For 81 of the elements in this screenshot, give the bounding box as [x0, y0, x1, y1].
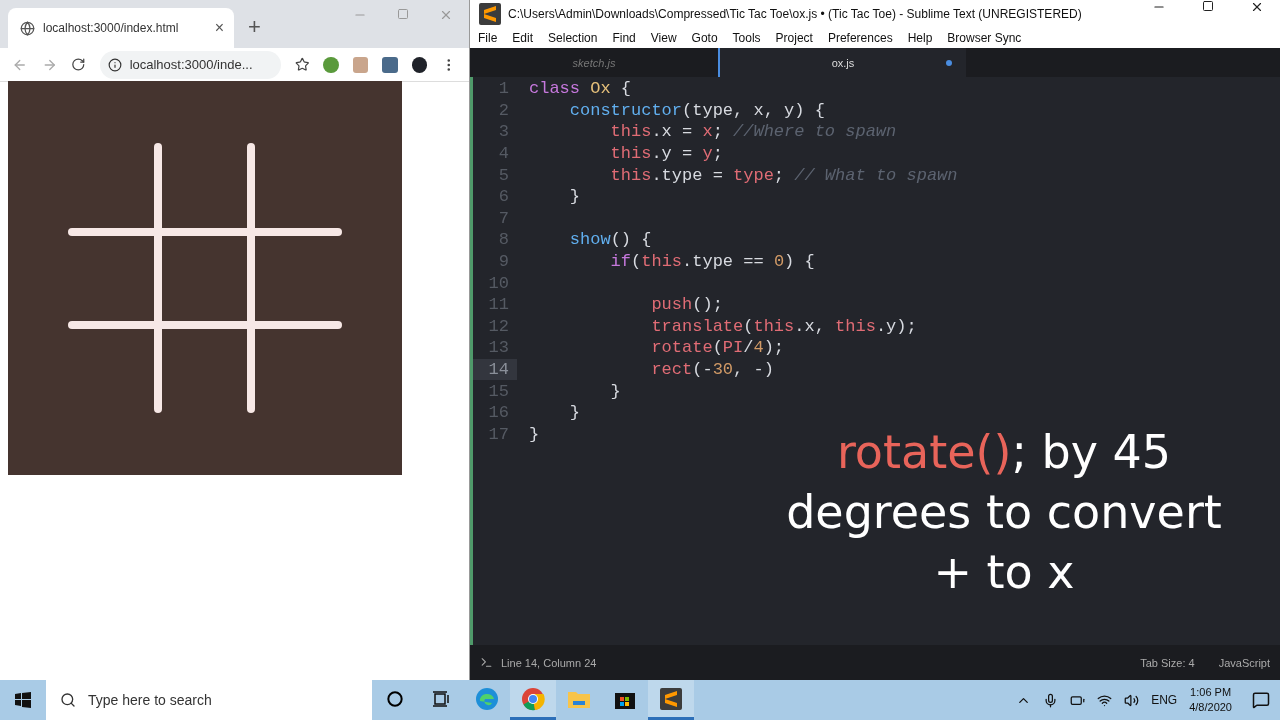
menu-item[interactable]: Goto [691, 31, 718, 45]
line-number: 8 [497, 229, 510, 251]
line-number: 16 [487, 402, 510, 424]
code-line: } [568, 403, 580, 423]
line-number: 10 [487, 272, 510, 294]
reload-icon[interactable] [71, 57, 86, 72]
code-line: if(this.type == 0) { [609, 252, 815, 272]
sublime-icon [478, 2, 502, 26]
window-title: C:\Users\Admin\Downloads\Compressed\Tic Tac Toe\ox.js • (Tic Tac Toe) - Sublime Text (UNREGISTERED) [508, 7, 1082, 21]
code-line: rect(-30, -) [650, 360, 774, 379]
sublime-icon [659, 686, 683, 711]
syntax-label[interactable]: JavaScript [1218, 656, 1270, 669]
menu-item[interactable]: Edit [512, 31, 534, 45]
menu-item[interactable]: Tools [732, 31, 761, 45]
search-placeholder: Type here to search [88, 692, 212, 708]
console-icon[interactable] [480, 656, 493, 669]
code-line: this.y = y; [609, 144, 723, 164]
address-bar[interactable]: localhost:3000/inde... [99, 50, 281, 79]
code-line: } [528, 424, 540, 444]
line-number: 4 [497, 143, 510, 165]
new-tab-button[interactable]: + [248, 14, 261, 40]
code-line: class Ox { [528, 79, 632, 99]
menu-item[interactable]: Selection [548, 31, 598, 45]
line-number: 3 [497, 121, 510, 143]
code-line: constructor(type, x, y) { [568, 100, 825, 120]
line-number: 9 [497, 251, 510, 273]
address-text: localhost:3000/inde... [129, 57, 253, 72]
code-line: this.type = type; // What to spawn [609, 165, 958, 185]
code-line: rotate(PI/4); [650, 338, 785, 358]
code-line: this.x = x; //Where to spawn [609, 122, 897, 142]
code-line: } [609, 381, 621, 401]
chrome-icon [521, 686, 545, 711]
cortana-icon[interactable] [387, 690, 403, 707]
edge-icon [475, 686, 499, 711]
notifications-icon[interactable] [1252, 691, 1270, 709]
cursor-position: Line 14, Column 24 [501, 656, 597, 669]
line-number: 1 [497, 78, 510, 100]
menu-item[interactable]: Preferences [827, 31, 893, 45]
volume-icon[interactable] [1124, 692, 1140, 708]
menu-item[interactable]: Help [907, 31, 933, 45]
search-icon [60, 692, 76, 708]
globe-icon [20, 20, 35, 36]
info-icon [107, 57, 122, 72]
menu-item[interactable]: View [650, 31, 677, 45]
code-line: translate(this.x, this.y); [650, 316, 917, 336]
menu-item[interactable]: Project [775, 31, 813, 45]
wifi-icon[interactable] [1097, 692, 1113, 708]
line-number: 15 [487, 380, 510, 402]
line-number: 2 [497, 99, 510, 122]
line-number: 14 [473, 358, 517, 381]
clock[interactable]: 1:06 PM 4/8/2020 [1189, 685, 1232, 715]
browser-tab[interactable]: localhost:3000/index.html × [8, 8, 234, 48]
line-number: 5 [497, 164, 510, 186]
microphone-icon[interactable] [1043, 692, 1059, 708]
menu-item[interactable]: Find [612, 31, 636, 45]
maximize-icon[interactable] [1202, 0, 1214, 12]
extension-icon[interactable] [323, 56, 339, 73]
star-icon[interactable] [294, 57, 310, 72]
menu-item[interactable]: Browser Sync [947, 31, 1022, 45]
windows-icon[interactable] [15, 692, 31, 708]
line-number: 13 [487, 337, 510, 359]
taskbar-app[interactable] [648, 680, 694, 720]
task-view-icon[interactable] [432, 690, 450, 707]
language-indicator[interactable]: ENG [1151, 693, 1178, 707]
line-number: 12 [487, 315, 510, 338]
line-number: 11 [487, 294, 510, 316]
code-line: push(); [650, 295, 723, 315]
line-number: 17 [487, 423, 510, 446]
close-icon[interactable] [1250, 0, 1264, 14]
taskbar-search-field[interactable]: Type here to search [46, 680, 372, 720]
tab-size[interactable]: Tab Size: 4 [1140, 656, 1195, 669]
line-number: 7 [497, 207, 510, 230]
code-line: show() { [568, 230, 652, 250]
extension-icon[interactable] [382, 56, 398, 73]
menu-item[interactable]: File [478, 31, 498, 45]
tab-title: localhost:3000/index.html [43, 21, 180, 35]
code-line: } [568, 187, 580, 207]
file-tab[interactable]: ox.js [718, 48, 966, 77]
caption-text: rotate(); by 45 degrees to convert + to x [785, 424, 1223, 601]
react-extension-icon[interactable] [411, 56, 428, 73]
close-tab-button[interactable]: × [214, 19, 224, 37]
